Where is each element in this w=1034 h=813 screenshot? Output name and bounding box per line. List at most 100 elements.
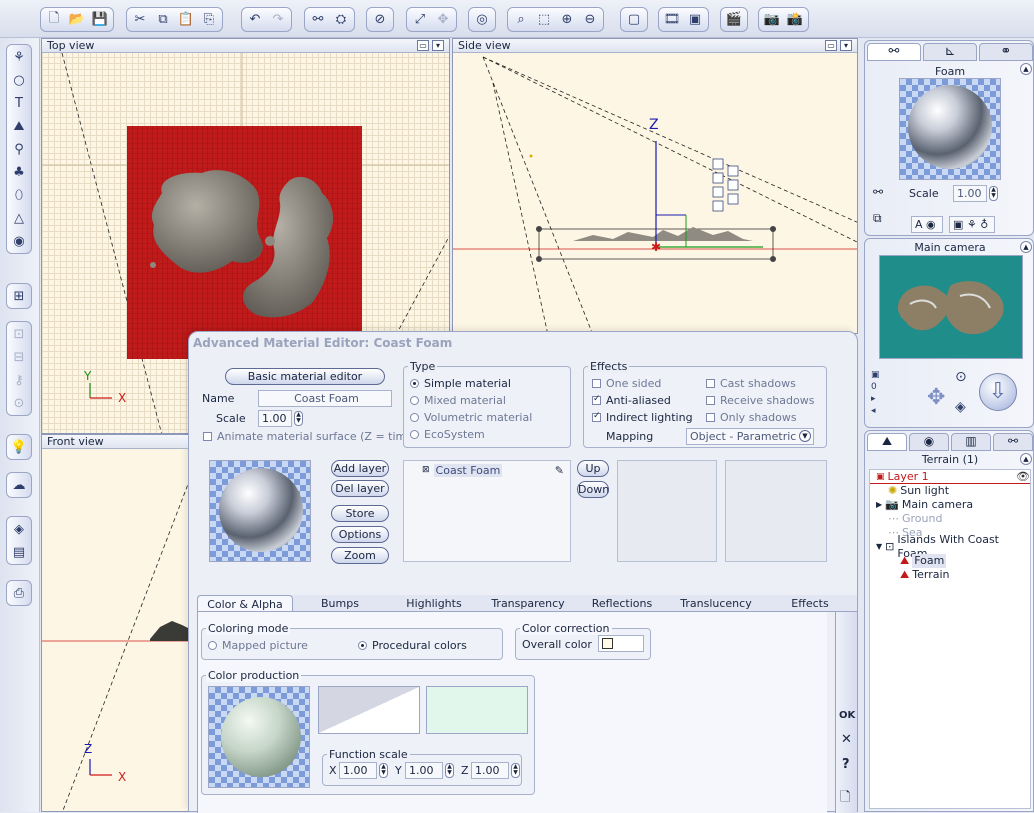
cut-icon[interactable]: ✂ (129, 10, 151, 30)
camera-pan-icon[interactable]: ✥ (927, 385, 945, 410)
edit-pencil-icon[interactable]: ✎ (555, 464, 564, 477)
layer-row[interactable]: ⊠ Coast Foam ✎ (406, 463, 568, 477)
chevron-down-icon[interactable]: ▼ (799, 430, 811, 442)
cast-shadows-option[interactable]: Cast shadows (706, 375, 796, 392)
clapper-icon[interactable]: 🎬 (723, 10, 745, 30)
render-icon[interactable]: ◎ (471, 10, 493, 30)
planet-icon[interactable]: ◉ (9, 231, 29, 251)
options-button[interactable]: Options (331, 526, 389, 543)
zoom-button[interactable]: Zoom (331, 547, 389, 564)
tree-item-sun-light[interactable]: ✺ Sun light (870, 484, 1030, 498)
rock-icon[interactable]: ⬯ (9, 185, 29, 205)
tab-animation-icon[interactable]: ⚭ (979, 43, 1033, 61)
side-view-viewport[interactable]: Side view ▭ ▾ Z ✱ (452, 38, 858, 334)
tab-bumps[interactable]: Bumps (293, 595, 387, 611)
tab-links-icon[interactable]: ⚯ (993, 433, 1033, 451)
mapped-picture-option[interactable]: Mapped picture (208, 637, 308, 654)
object-scale-spinner[interactable]: ▲ ▼ (989, 186, 998, 201)
radio-button[interactable] (410, 379, 419, 388)
collapse-arrow-icon[interactable]: ▼ (876, 540, 882, 554)
full-view-icon[interactable]: ▢ (623, 10, 645, 30)
terrain-icon[interactable]: ⛰ (9, 116, 29, 136)
lock-icon[interactable]: ⛭ (330, 10, 352, 30)
light-bulb-icon[interactable]: 💡 (9, 437, 29, 457)
zoom-fit-icon[interactable]: ⌕ (510, 10, 532, 30)
camera-icon[interactable]: 📷 (761, 10, 783, 30)
material-name-input[interactable]: Coast Foam (258, 390, 392, 407)
tab-effects[interactable]: Effects (763, 595, 857, 611)
type-ecosystem-option[interactable]: EcoSystem (410, 426, 485, 443)
align-dropdown[interactable]: A ◉ (911, 216, 943, 233)
only-shadows-option[interactable]: Only shadows (706, 409, 797, 426)
indirect-lighting-option[interactable]: Indirect lighting (592, 409, 693, 426)
visibility-icon[interactable]: 👁 (1016, 470, 1030, 484)
animate-surface-option[interactable]: Animate material surface (Z = time) (203, 428, 417, 445)
procedural-colors-option[interactable]: Procedural colors (358, 637, 467, 654)
text-icon[interactable]: T (9, 93, 29, 113)
viewport-menu-icon[interactable]: ▾ (432, 40, 444, 51)
receive-shadows-option[interactable]: Receive shadows (706, 392, 814, 409)
function-preview[interactable] (318, 686, 420, 734)
tab-objects-icon[interactable]: ⛰ (867, 433, 907, 451)
front-view-viewport[interactable]: Front view Z X (41, 434, 189, 812)
checkbox[interactable] (592, 379, 601, 388)
overall-color-swatch[interactable] (598, 635, 644, 652)
ungroup-icon[interactable]: ⊟ (9, 347, 29, 367)
tab-dimensions-icon[interactable]: ⊾ (923, 43, 977, 61)
viewport-menu-icon[interactable]: ▾ (840, 40, 852, 51)
checkbox[interactable] (706, 396, 715, 405)
tree-item-ground[interactable]: ⋯ Ground (870, 512, 1030, 526)
delete-icon[interactable]: ⊘ (369, 10, 391, 30)
undo-icon[interactable]: ↶ (244, 10, 266, 30)
tab-translucency[interactable]: Translucency (669, 595, 763, 611)
viewport-maximize-icon[interactable]: ▭ (417, 40, 429, 51)
scale-y-input[interactable]: 1.00 (405, 762, 443, 779)
radio-button[interactable] (410, 430, 419, 439)
tab-reflections[interactable]: Reflections (575, 595, 669, 611)
layer-down-button[interactable]: Down (577, 481, 609, 498)
move-icon[interactable]: ✥ (432, 10, 454, 30)
scale-z-input[interactable]: 1.00 (471, 762, 509, 779)
material-scale-spinner[interactable]: ▲ ▼ (294, 411, 303, 426)
metaball-icon[interactable]: ⊙ (9, 393, 29, 413)
mountain-icon[interactable]: △ (9, 208, 29, 228)
open-icon[interactable]: 📂 (66, 10, 88, 30)
tree-item-terrain[interactable]: ⛰ Terrain (870, 568, 1030, 582)
new-icon[interactable]: 🗋 (43, 10, 65, 30)
photo-icon[interactable]: 📸 (784, 10, 806, 30)
add-layer-button[interactable]: Add layer (331, 460, 389, 477)
radio-button[interactable] (410, 413, 419, 422)
plant-icon[interactable]: ⚲ (9, 139, 29, 159)
scale-x-input[interactable]: 1.00 (339, 762, 377, 779)
layer-up-button[interactable]: Up (577, 460, 609, 477)
viewport-maximize-icon[interactable]: ▭ (825, 40, 837, 51)
radio-button[interactable] (410, 396, 419, 405)
link-icon[interactable]: ⚯ (307, 10, 329, 30)
expand-arrow-icon[interactable]: ▶ (876, 498, 882, 512)
collapse-icon[interactable]: ▲ (1020, 241, 1032, 253)
animate-surface-checkbox[interactable] (203, 432, 212, 441)
checkbox[interactable] (706, 379, 715, 388)
rotate-icon[interactable]: ⤢ (409, 10, 431, 30)
camera-tilt-icon[interactable]: ◈ (955, 399, 966, 415)
tab-textures-icon[interactable]: ▥ (951, 433, 991, 451)
camera-orbit-icon[interactable]: ⊙ (955, 369, 967, 385)
copy-icon[interactable]: ⧉ (152, 10, 174, 30)
object-link-icon[interactable]: ⚯ (873, 185, 883, 199)
display-options[interactable]: ▣ ⚘ ♁ (949, 216, 995, 233)
tree-icon[interactable]: ♣ (9, 162, 29, 182)
preview-icon[interactable]: ▣ (684, 10, 706, 30)
tree-item-main-camera[interactable]: ▶ 📷 Main camera (870, 498, 1030, 512)
del-layer-button[interactable]: Del layer (331, 480, 389, 497)
collapse-icon[interactable]: ▲ (1020, 63, 1032, 75)
redo-icon[interactable]: ↷ (267, 10, 289, 30)
store-button[interactable]: Store (331, 505, 389, 522)
scale-z-spinner[interactable]: ▲ ▼ (511, 763, 520, 778)
save-icon[interactable]: 💾 (89, 10, 111, 30)
help-button[interactable]: ? (842, 757, 850, 772)
object-copy-icon[interactable]: ⧉ (873, 211, 882, 226)
tab-highlights[interactable]: Highlights (387, 595, 481, 611)
type-simple-option[interactable]: Simple material (410, 375, 511, 392)
checkbox[interactable] (706, 413, 715, 422)
camera-move-icon[interactable]: ⇩ (979, 373, 1017, 411)
